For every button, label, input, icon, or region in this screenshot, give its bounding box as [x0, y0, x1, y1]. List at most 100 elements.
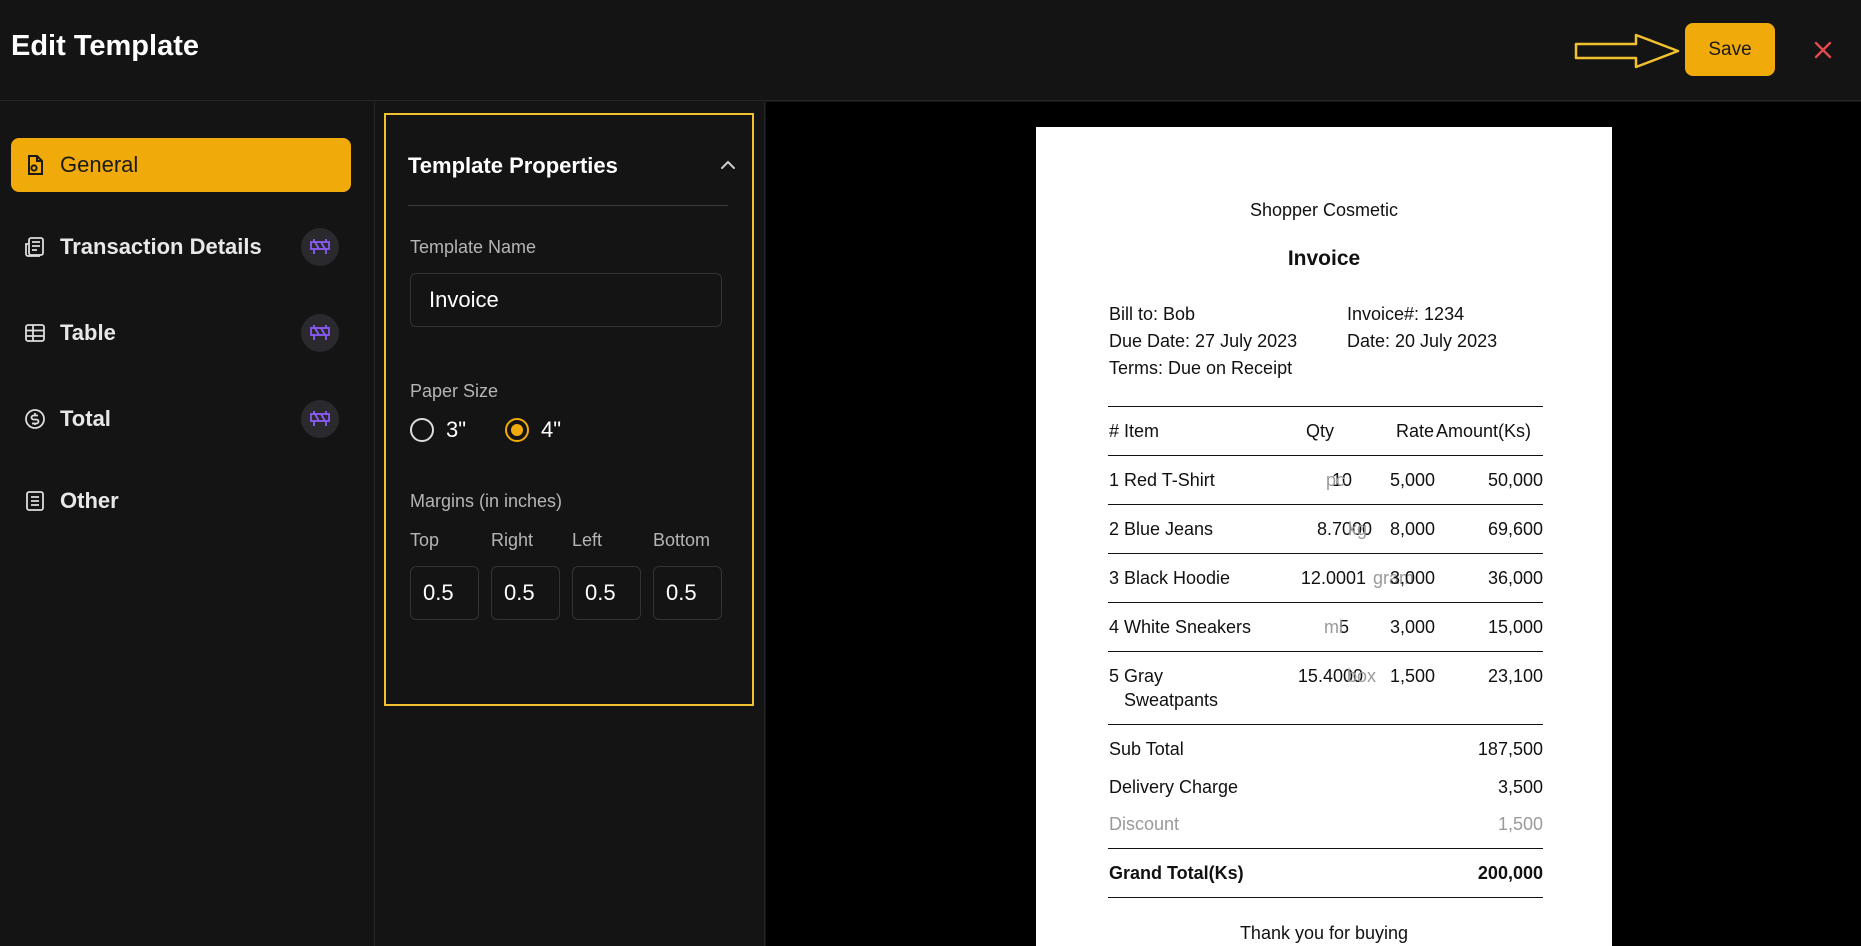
under-construction-icon: [301, 228, 339, 266]
paper-size-4-radio[interactable]: 4": [505, 417, 561, 443]
receipt-icon: [24, 236, 46, 258]
chevron-up-icon[interactable]: [716, 153, 740, 177]
column-header-qty: Qty: [1306, 421, 1335, 441]
table-cell: Red T-Shirt: [1124, 470, 1215, 490]
sidebar-item-label: Table: [60, 320, 116, 345]
invoice-preview: Shopper Cosmetic Invoice Bill to: Bob Du…: [1036, 127, 1612, 946]
paper-size-3-radio[interactable]: 3": [410, 417, 466, 443]
divider: [1108, 602, 1543, 603]
preview-area: Shopper Cosmetic Invoice Bill to: Bob Du…: [766, 102, 1861, 946]
radio-checked-icon: [505, 418, 529, 442]
table-cell: 69,600: [1487, 519, 1543, 539]
column-header-item: Item: [1124, 421, 1160, 441]
divider: [1108, 651, 1543, 652]
margin-left-label: Left: [572, 530, 603, 550]
table-cell: 4: [1109, 617, 1120, 637]
table-cell: 5,000: [1389, 470, 1435, 490]
sidebar-item-label: Transaction Details: [60, 234, 262, 259]
table-cell: 1: [1109, 470, 1120, 490]
margin-bottom-input[interactable]: [653, 566, 722, 620]
column-header-rate: Rate: [1396, 421, 1435, 441]
table-cell: Black Hoodie: [1124, 568, 1231, 588]
sidebar-item-label: General: [60, 152, 139, 177]
template-name-input[interactable]: [410, 273, 722, 327]
sidebar: General Transaction Details Table Total: [0, 102, 375, 946]
column-header-amount: Amount(Ks): [1436, 421, 1532, 441]
table-cell: 5: [1109, 666, 1120, 686]
close-button[interactable]: [1806, 33, 1840, 67]
properties-panel: Template Properties Template Name Paper …: [376, 102, 765, 946]
close-icon: [1814, 41, 1832, 59]
terms: Terms: Due on Receipt: [1109, 358, 1293, 378]
margin-right-input[interactable]: [491, 566, 560, 620]
divider: [1108, 724, 1543, 725]
table-cell: 15.4000: [1297, 666, 1363, 686]
table-cell: 3: [1109, 568, 1120, 588]
page-title: Edit Template: [11, 30, 199, 62]
grand-total-value: 200,000: [1477, 863, 1543, 883]
sub-total-value: 187,500: [1477, 739, 1543, 759]
header-bar: Edit Template Save: [0, 0, 1861, 101]
under-construction-icon: [301, 314, 339, 352]
paper-size-label: Paper Size: [410, 381, 499, 401]
table-cell: 2: [1109, 519, 1120, 539]
divider: [1108, 848, 1543, 849]
radio-unchecked-icon: [410, 418, 434, 442]
bill-to: Bill to: Bob: [1109, 304, 1196, 324]
under-construction-icon: [301, 400, 339, 438]
divider: [1108, 406, 1543, 407]
radio-label: 3": [446, 417, 467, 442]
table-cell: 36,000: [1487, 568, 1543, 588]
invoice-title: Invoice: [1287, 247, 1361, 270]
margin-left-input[interactable]: [572, 566, 641, 620]
dollar-circle-icon: [24, 408, 46, 430]
grand-total-label: Grand Total(Ks): [1109, 863, 1244, 883]
margins-label: Margins (in inches): [410, 491, 563, 511]
thank-you-message: Thank you for buying: [1239, 923, 1409, 943]
divider: [1108, 897, 1543, 898]
sidebar-item-other[interactable]: Other: [11, 474, 351, 528]
save-button[interactable]: Save: [1685, 23, 1775, 76]
divider: [1108, 553, 1543, 554]
invoice-number: Invoice#: 1234: [1347, 304, 1465, 324]
template-name-label: Template Name: [410, 237, 537, 257]
table-cell: White Sneakers: [1124, 617, 1252, 637]
file-settings-icon: [24, 154, 46, 176]
sidebar-item-table[interactable]: Table: [11, 306, 351, 360]
margin-right-label: Right: [491, 530, 534, 550]
table-cell: 23,100: [1487, 666, 1543, 686]
section-title: Template Properties: [408, 153, 618, 178]
radio-label: 4": [541, 417, 562, 442]
divider: [408, 205, 728, 206]
sidebar-item-transaction-details[interactable]: Transaction Details: [11, 220, 351, 274]
margin-top-input[interactable]: [410, 566, 479, 620]
margin-top-label: Top: [410, 530, 440, 550]
arrow-right-icon: [1574, 33, 1680, 69]
sidebar-item-total[interactable]: Total: [11, 392, 351, 446]
table-cell: Blue Jeans: [1124, 519, 1214, 539]
invoice-date: Date: 20 July 2023: [1347, 331, 1498, 351]
discount-value: 1,500: [1497, 814, 1543, 834]
column-header-no: #: [1109, 421, 1120, 441]
table-cell: 50,000: [1487, 470, 1543, 490]
margin-bottom-label: Bottom: [653, 530, 711, 550]
sub-total-label: Sub Total: [1109, 739, 1184, 759]
table-icon: [24, 322, 46, 344]
template-properties-section: Template Properties Template Name Paper …: [384, 113, 754, 706]
table-cell: 3,000: [1389, 568, 1435, 588]
table-cell: ml: [1324, 617, 1343, 637]
table-cell: 1,500: [1389, 666, 1435, 686]
document-lines-icon: [24, 490, 46, 512]
divider: [1108, 455, 1543, 456]
due-date: Due Date: 27 July 2023: [1109, 331, 1298, 351]
sidebar-item-general[interactable]: General: [11, 138, 351, 192]
table-cell: 3,000: [1389, 617, 1435, 637]
table-cell: Sweatpants: [1124, 690, 1219, 710]
delivery-charge-label: Delivery Charge: [1109, 777, 1239, 797]
table-cell: 8,000: [1389, 519, 1435, 539]
table-cell: kg: [1348, 519, 1368, 539]
sidebar-item-label: Other: [60, 488, 119, 513]
delivery-charge-value: 3,500: [1497, 777, 1543, 797]
table-cell: 12.0001: [1300, 568, 1366, 588]
divider: [1108, 504, 1543, 505]
